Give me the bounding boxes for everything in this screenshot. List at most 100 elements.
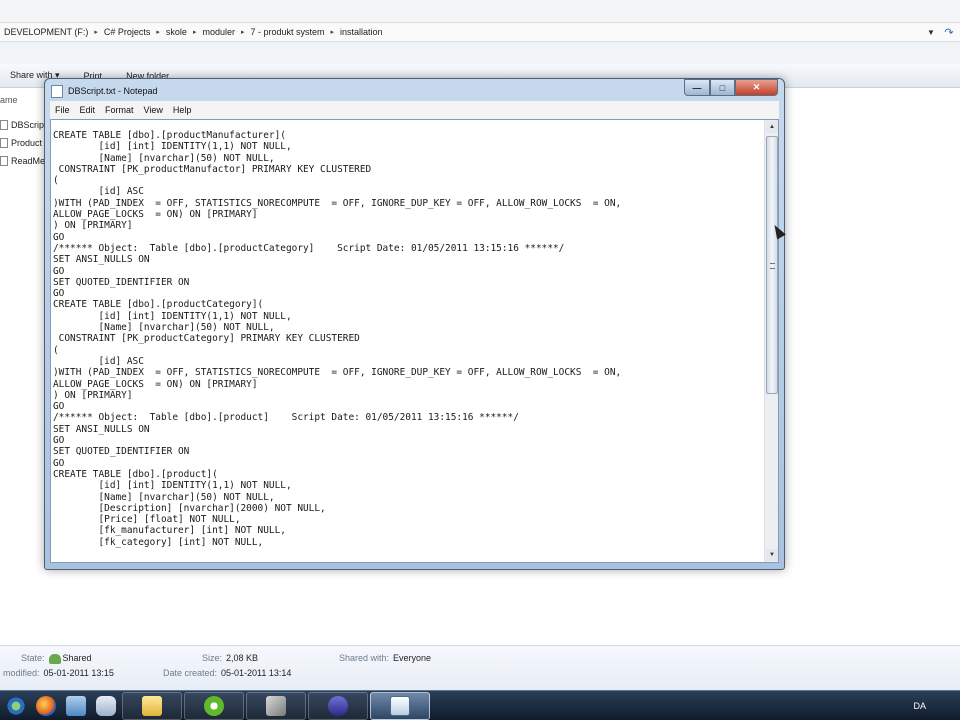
taskbar-tools[interactable] bbox=[246, 691, 306, 720]
minimize-icon: — bbox=[692, 82, 702, 93]
text-line: )WITH (PAD_INDEX = OFF, STATISTICS_NOREC… bbox=[53, 197, 622, 209]
text-line: GO bbox=[53, 288, 65, 300]
details-pane: State: Shared Size: 2,08 KB Shared with: Ev… bbox=[0, 645, 960, 690]
taskbar-explorer[interactable] bbox=[62, 692, 90, 720]
taskbar-media[interactable] bbox=[308, 691, 368, 720]
notepad-app-icon[interactable] bbox=[51, 84, 63, 98]
text-line: /****** Object: Table [dbo].[product] Sc… bbox=[53, 412, 519, 424]
text-line: [Description] [nvarchar](2000) NOT NULL, bbox=[53, 502, 326, 514]
menu-format[interactable]: Format bbox=[105, 105, 134, 115]
start-button[interactable] bbox=[2, 692, 30, 720]
address-bar[interactable]: DEVELOPMENT (F:) ▸ C# Projects ▸ skole ▸… bbox=[0, 22, 960, 42]
scroll-thumb[interactable] bbox=[766, 136, 778, 394]
text-file-icon bbox=[0, 156, 8, 166]
text-line: CREATE TABLE [dbo].[productCategory]( bbox=[53, 299, 264, 311]
text-line: SET QUOTED_IDENTIFIER ON bbox=[53, 276, 190, 288]
language-indicator[interactable]: DA bbox=[913, 701, 960, 711]
taskbar-folder[interactable] bbox=[122, 691, 182, 720]
refresh-icon[interactable]: ↷ bbox=[938, 26, 960, 39]
maximize-icon: □ bbox=[719, 82, 726, 93]
detail-modified-label: modified: bbox=[3, 668, 40, 678]
taskbar: DA bbox=[0, 690, 960, 720]
menu-file[interactable]: File bbox=[55, 105, 70, 115]
column-header-name[interactable]: ame bbox=[0, 95, 18, 105]
tools-icon bbox=[266, 695, 286, 716]
text-line: CONSTRAINT [PK_productManufactor] PRIMAR… bbox=[53, 163, 372, 175]
text-line: ALLOW_PAGE_LOCKS = ON) ON [PRIMARY] bbox=[53, 378, 258, 390]
breadcrumb-produkt-system[interactable]: 7 - produkt system bbox=[246, 27, 328, 37]
text-line: [id] [int] IDENTITY(1,1) NOT NULL, bbox=[53, 310, 292, 322]
text-line: [fk_manufacturer] [int] NOT NULL, bbox=[53, 525, 286, 537]
chevron-right-icon[interactable]: ▸ bbox=[154, 28, 162, 36]
taskbar-utorrent[interactable] bbox=[184, 691, 244, 720]
breadcrumb-installation[interactable]: installation bbox=[336, 27, 387, 37]
detail-modified: modified: 05-01-2011 13:15 bbox=[3, 668, 114, 678]
text-line: ) ON [PRIMARY] bbox=[53, 389, 133, 401]
vertical-scrollbar[interactable]: ▲ ▼ bbox=[764, 120, 778, 562]
text-line: GO bbox=[53, 435, 65, 447]
shared-people-icon bbox=[48, 653, 61, 664]
menu-bar: File Edit Format View Help bbox=[50, 101, 779, 119]
file-name: ReadMe bbox=[11, 156, 46, 166]
breadcrumb-skole[interactable]: skole bbox=[162, 27, 191, 37]
breadcrumb: DEVELOPMENT (F:) ▸ C# Projects ▸ skole ▸… bbox=[0, 23, 924, 41]
text-line: ( bbox=[53, 344, 59, 356]
scroll-up-icon[interactable]: ▲ bbox=[766, 121, 778, 133]
menu-edit[interactable]: Edit bbox=[80, 105, 96, 115]
chevron-down-icon[interactable]: ▼ bbox=[924, 28, 938, 37]
detail-state-label: State: bbox=[21, 653, 45, 663]
detail-shared-with-value: Everyone bbox=[393, 653, 432, 663]
text-line: [id] [int] IDENTITY(1,1) NOT NULL, bbox=[53, 480, 292, 492]
taskbar-notepad[interactable] bbox=[370, 691, 430, 720]
explorer-icon bbox=[66, 695, 86, 716]
breadcrumb-projects[interactable]: C# Projects bbox=[100, 27, 155, 37]
text-line: /****** Object: Table [dbo].[productCate… bbox=[53, 242, 565, 254]
chevron-right-icon[interactable]: ▸ bbox=[239, 28, 247, 36]
explorer-search-strip bbox=[0, 42, 960, 64]
editor-content[interactable]: CREATE TABLE [dbo].[productManufacturer]… bbox=[53, 130, 765, 548]
text-line: [id] ASC bbox=[53, 186, 144, 198]
scroll-down-icon[interactable]: ▼ bbox=[766, 549, 778, 561]
detail-size-value: 2,08 KB bbox=[226, 653, 259, 663]
close-button[interactable]: ✕ bbox=[735, 79, 778, 96]
text-line: SET ANSI_NULLS ON bbox=[53, 423, 150, 435]
file-list-item[interactable]: Product bbox=[0, 138, 42, 148]
chevron-right-icon[interactable]: ▸ bbox=[191, 28, 199, 36]
text-line: ( bbox=[53, 175, 59, 187]
notepad-window[interactable]: DBScript.txt - Notepad — □ ✕ File Edit F… bbox=[44, 78, 785, 570]
detail-created-label: Date created: bbox=[163, 668, 218, 678]
maximize-button[interactable]: □ bbox=[710, 79, 735, 96]
files-icon bbox=[96, 695, 116, 716]
text-line: [id] [int] IDENTITY(1,1) NOT NULL, bbox=[53, 141, 292, 153]
menu-view[interactable]: View bbox=[144, 105, 163, 115]
text-line: GO bbox=[53, 265, 65, 277]
text-editor[interactable]: CREATE TABLE [dbo].[productManufacturer]… bbox=[50, 119, 779, 563]
minimize-button[interactable]: — bbox=[684, 79, 710, 96]
detail-created-value: 05-01-2011 13:14 bbox=[221, 668, 292, 678]
text-line: [Name] [nvarchar](50) NOT NULL, bbox=[53, 491, 275, 503]
detail-shared-with-label: Shared with: bbox=[339, 653, 390, 663]
window-title: DBScript.txt - Notepad bbox=[68, 86, 158, 96]
text-line: ) ON [PRIMARY] bbox=[53, 220, 133, 232]
detail-size-label: Size: bbox=[202, 653, 223, 663]
grip-icon bbox=[770, 263, 775, 269]
file-list-item[interactable]: ReadMe bbox=[0, 156, 45, 166]
detail-created: Date created: 05-01-2011 13:14 bbox=[163, 668, 291, 678]
notepad-titlebar[interactable]: DBScript.txt - Notepad bbox=[51, 82, 158, 100]
text-line: [id] ASC bbox=[53, 355, 144, 367]
file-list-item[interactable]: DBScrip bbox=[0, 120, 44, 130]
text-line: CREATE TABLE [dbo].[product]( bbox=[53, 468, 218, 480]
media-icon bbox=[328, 695, 348, 716]
breadcrumb-drive[interactable]: DEVELOPMENT (F:) bbox=[0, 27, 92, 37]
chevron-right-icon[interactable]: ▸ bbox=[92, 28, 100, 36]
utorrent-icon bbox=[204, 695, 224, 716]
notepad-icon bbox=[390, 695, 410, 716]
close-icon: ✕ bbox=[752, 82, 761, 92]
breadcrumb-moduler[interactable]: moduler bbox=[198, 27, 239, 37]
taskbar-files[interactable] bbox=[92, 692, 120, 720]
menu-help[interactable]: Help bbox=[173, 105, 192, 115]
chevron-right-icon[interactable]: ▸ bbox=[329, 28, 337, 36]
taskbar-firefox[interactable] bbox=[32, 692, 60, 720]
file-name: Product bbox=[11, 138, 43, 148]
window-controls: — □ ✕ bbox=[684, 79, 778, 96]
